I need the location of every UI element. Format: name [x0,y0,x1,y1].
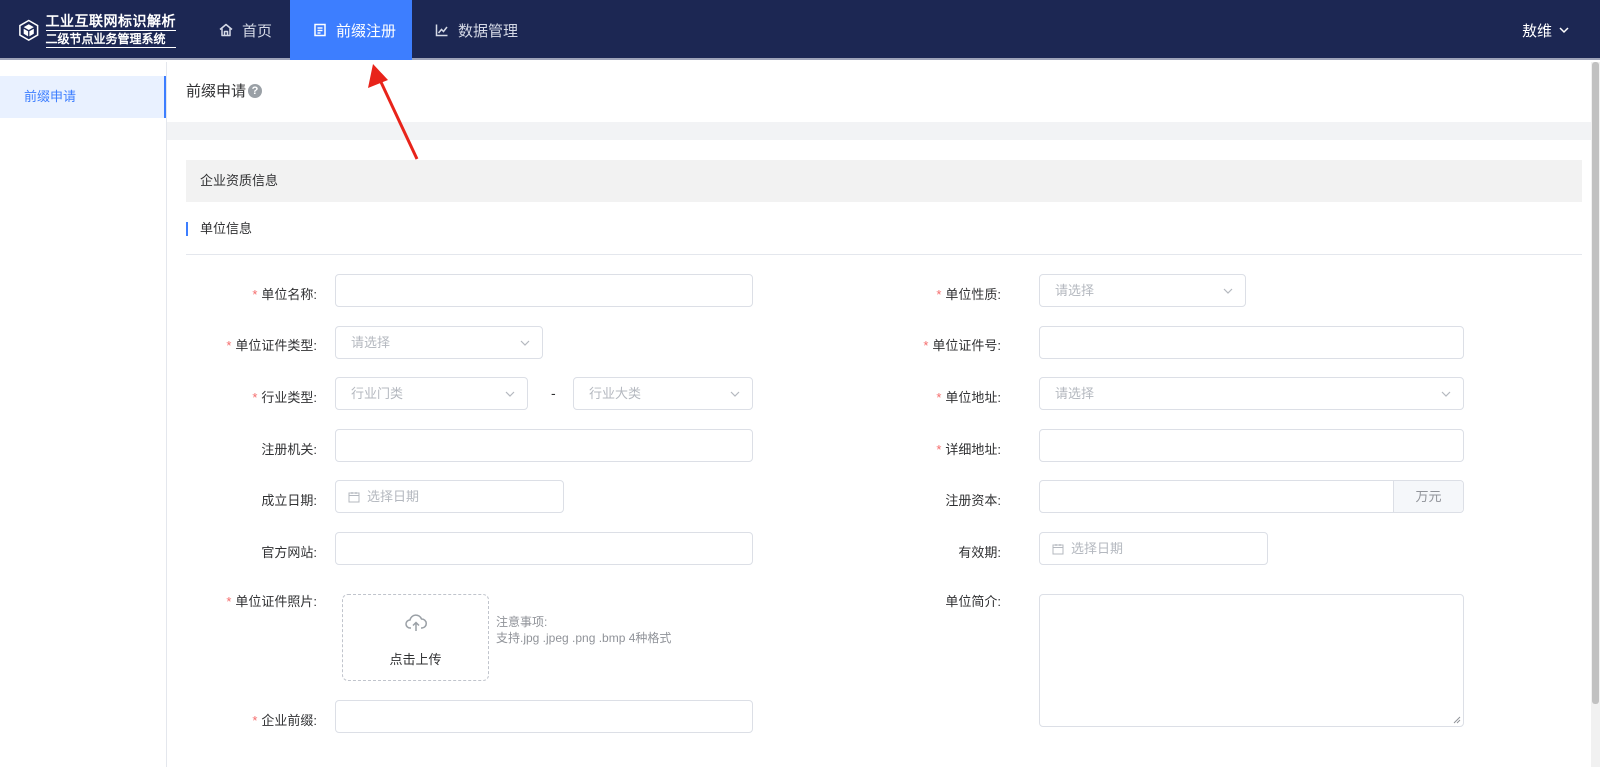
cert-type-select[interactable]: 请选择 [335,326,543,359]
user-name: 敖维 [1521,22,1552,40]
detail-address-input[interactable] [1039,429,1464,462]
reg-capital-input[interactable]: 万元 [1039,480,1464,513]
note-title: 注意事项: [496,615,548,629]
page-title: 前缀申请 ? [186,80,263,101]
calendar-icon [1052,544,1064,555]
chevron-down-icon [505,391,515,397]
validity-placeholder: 选择日期 [1071,541,1124,556]
cert-no-label: * 单位证件号: [923,338,1001,353]
logo[interactable]: 工业互联网标识解析 二级节点业务管理系统 [18,10,176,50]
industry-category-select[interactable]: 行业门类 [335,377,528,410]
page-header: 前缀申请 ? [167,62,1592,122]
cert-type-label: * 单位证件类型: [226,338,317,353]
cert-no-input[interactable] [1039,326,1464,359]
calendar-icon [348,492,360,503]
document-icon [312,22,328,38]
unit-name-label: * 单位名称: [252,287,317,302]
reg-authority-label: 注册机关: [261,442,317,457]
reg-capital-unit: 万元 [1393,481,1463,512]
website-label: 官方网站: [261,545,317,560]
chevron-down-icon [1559,27,1569,34]
intro-textarea[interactable] [1039,594,1464,727]
upload-note: 注意事项: 支持.jpg .jpeg .png .bmp 4种格式 [496,614,671,646]
section-header: 企业资质信息 [186,160,1582,202]
detail-address-label: * 详细地址: [936,442,1001,457]
cert-photo-label: * 单位证件照片: [226,594,317,609]
resize-grip-icon[interactable] [1453,716,1461,724]
cert-type-placeholder: 请选择 [351,335,391,350]
page-title-text: 前缀申请 [186,83,247,100]
top-header: 工业互联网标识解析 二级节点业务管理系统 首页 前缀注册 数据管理 敖维 [0,0,1600,60]
upload-label: 点击上传 [389,652,442,667]
cube-logo-icon [19,19,39,41]
home-icon [218,22,234,38]
logo-title: 工业互联网标识解析 [45,12,176,31]
prefix-label: * 企业前缀: [252,713,317,728]
industry-major-placeholder: 行业大类 [589,386,642,401]
sidebar-item-prefix-apply[interactable]: 前缀申请 [0,76,166,118]
prefix-input[interactable] [335,700,753,733]
nav-home-label: 首页 [242,22,273,40]
industry-label: * 行业类型: [252,390,317,405]
help-icon[interactable]: ? [248,83,263,98]
industry-major-select[interactable]: 行业大类 [573,377,753,410]
nav-data-management[interactable]: 数据管理 [412,0,540,60]
top-nav: 首页 前缀注册 数据管理 [196,0,540,60]
scrollbar-thumb[interactable] [1592,62,1599,704]
address-select[interactable]: 请选择 [1039,377,1464,410]
sidebar: 前缀申请 [0,62,167,767]
logo-subtitle: 二级节点业务管理系统 [45,32,176,48]
vertical-scrollbar[interactable] [1591,62,1600,767]
subsection-title: 单位信息 [186,222,252,236]
address-label: * 单位地址: [936,390,1001,405]
reg-capital-label: 注册资本: [945,493,1001,508]
note-text: 支持.jpg .jpeg .png .bmp 4种格式 [496,631,672,645]
unit-name-input[interactable] [335,274,753,307]
unit-nature-label: * 单位性质: [936,287,1001,302]
nav-prefix-register[interactable]: 前缀注册 [290,0,412,60]
nav-prefix-register-label: 前缀注册 [336,22,397,40]
chevron-down-icon [1223,288,1233,294]
found-date-label: 成立日期: [261,493,317,508]
unit-nature-placeholder: 请选择 [1055,283,1095,298]
user-menu[interactable]: 敖维 [1522,0,1570,60]
logo-text: 工业互联网标识解析 二级节点业务管理系统 [45,12,176,48]
main-content: 前缀申请 ? 企业资质信息 单位信息 * 单位名称: * 单位性质: 请选择 * 单位… [167,62,1600,767]
chevron-down-icon [730,391,740,397]
unit-nature-select[interactable]: 请选择 [1039,274,1246,307]
found-date-picker[interactable]: 选择日期 [335,480,564,513]
chart-line-icon [434,22,450,38]
validity-date-picker[interactable]: 选择日期 [1039,532,1268,565]
chevron-down-icon [520,340,530,346]
industry-category-placeholder: 行业门类 [351,386,404,401]
address-placeholder: 请选择 [1055,386,1095,401]
nav-data-management-label: 数据管理 [458,22,519,40]
intro-label: 单位简介: [945,594,1001,609]
cert-photo-upload[interactable]: 点击上传 [342,594,489,681]
industry-separator: - [551,385,556,401]
validity-label: 有效期: [958,545,1001,560]
divider-band [167,122,1592,140]
subsection-divider [186,254,1582,255]
cloud-upload-icon [405,614,427,631]
nav-home[interactable]: 首页 [196,0,290,60]
reg-authority-input[interactable] [335,429,753,462]
found-date-placeholder: 选择日期 [367,489,420,504]
chevron-down-icon [1441,391,1451,397]
website-input[interactable] [335,532,753,565]
